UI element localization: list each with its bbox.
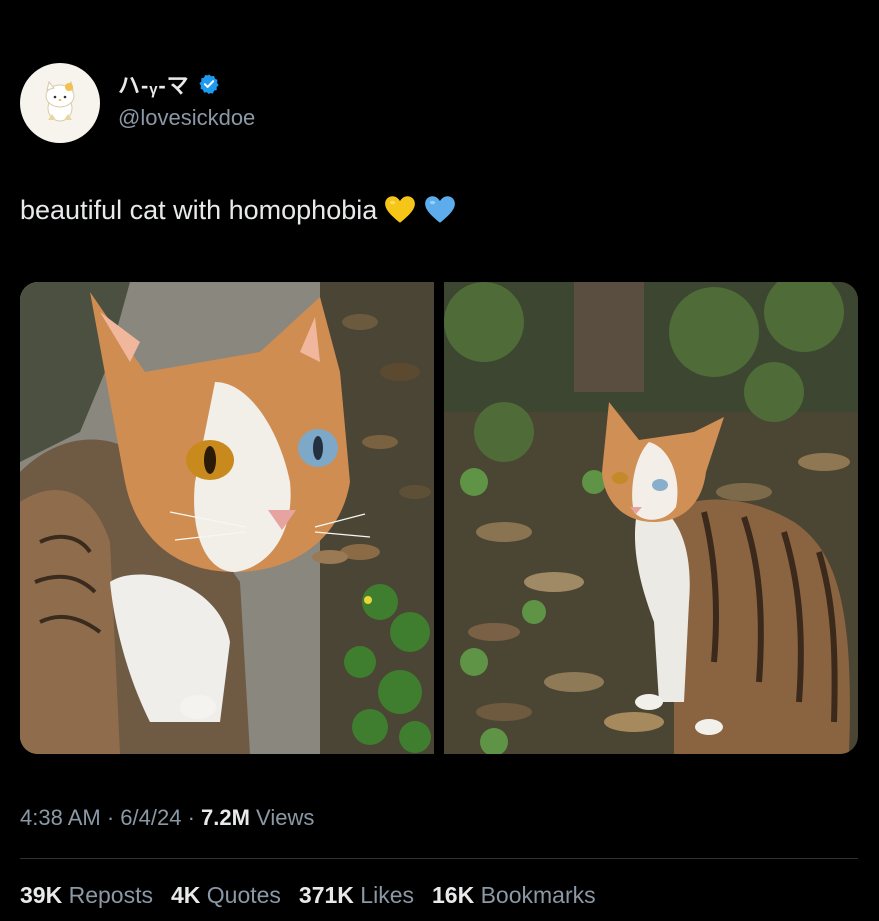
display-name[interactable]: ハ-ᵧ-マ [118, 68, 190, 100]
blue-heart-icon [425, 196, 456, 223]
avatar[interactable] [20, 63, 100, 143]
likes-stat[interactable]: 371K Likes [299, 882, 414, 909]
bookmarks-count: 16K [432, 882, 475, 908]
quotes-count: 4K [170, 882, 201, 908]
calico-cat-garden-photo[interactable] [444, 282, 858, 754]
calico-cat-closeup-photo[interactable] [20, 282, 434, 754]
reposts-stat[interactable]: 39K Reposts [20, 882, 153, 909]
divider [20, 858, 858, 859]
quotes-label: Quotes [206, 882, 281, 908]
bookmarks-label: Bookmarks [480, 882, 596, 908]
tweet-time[interactable]: 4:38 AM [20, 805, 101, 830]
yellow-heart-icon [385, 196, 416, 223]
views-label: Views [249, 805, 315, 830]
hello-kitty-avatar-icon [45, 80, 75, 122]
media-grid [20, 282, 858, 754]
author-name-row[interactable]: ハ-ᵧ-マ [118, 70, 220, 98]
meta-separator: · [181, 805, 202, 830]
likes-count: 371K [298, 882, 354, 908]
author-handle[interactable]: @lovesickdoe [118, 105, 255, 131]
likes-label: Likes [360, 882, 414, 908]
reposts-label: Reposts [68, 882, 153, 908]
bookmarks-stat[interactable]: 16K Bookmarks [432, 882, 596, 909]
verified-badge-icon [199, 74, 219, 95]
quotes-stat[interactable]: 4K Quotes [171, 882, 281, 909]
tweet-meta: 4:38 AM · 6/4/24 · 7.2M Views [20, 805, 314, 831]
engagement-stats: 39K Reposts 4K Quotes 371K Likes 16K Boo… [20, 882, 596, 909]
tweet-date[interactable]: 6/4/24 [120, 805, 181, 830]
tweet-text: beautiful cat with homophobia [20, 193, 457, 227]
meta-separator: · [100, 805, 121, 830]
views-count: 7.2M [201, 805, 250, 830]
reposts-count: 39K [20, 882, 63, 908]
tweet-body: beautiful cat with homophobia [20, 194, 378, 225]
